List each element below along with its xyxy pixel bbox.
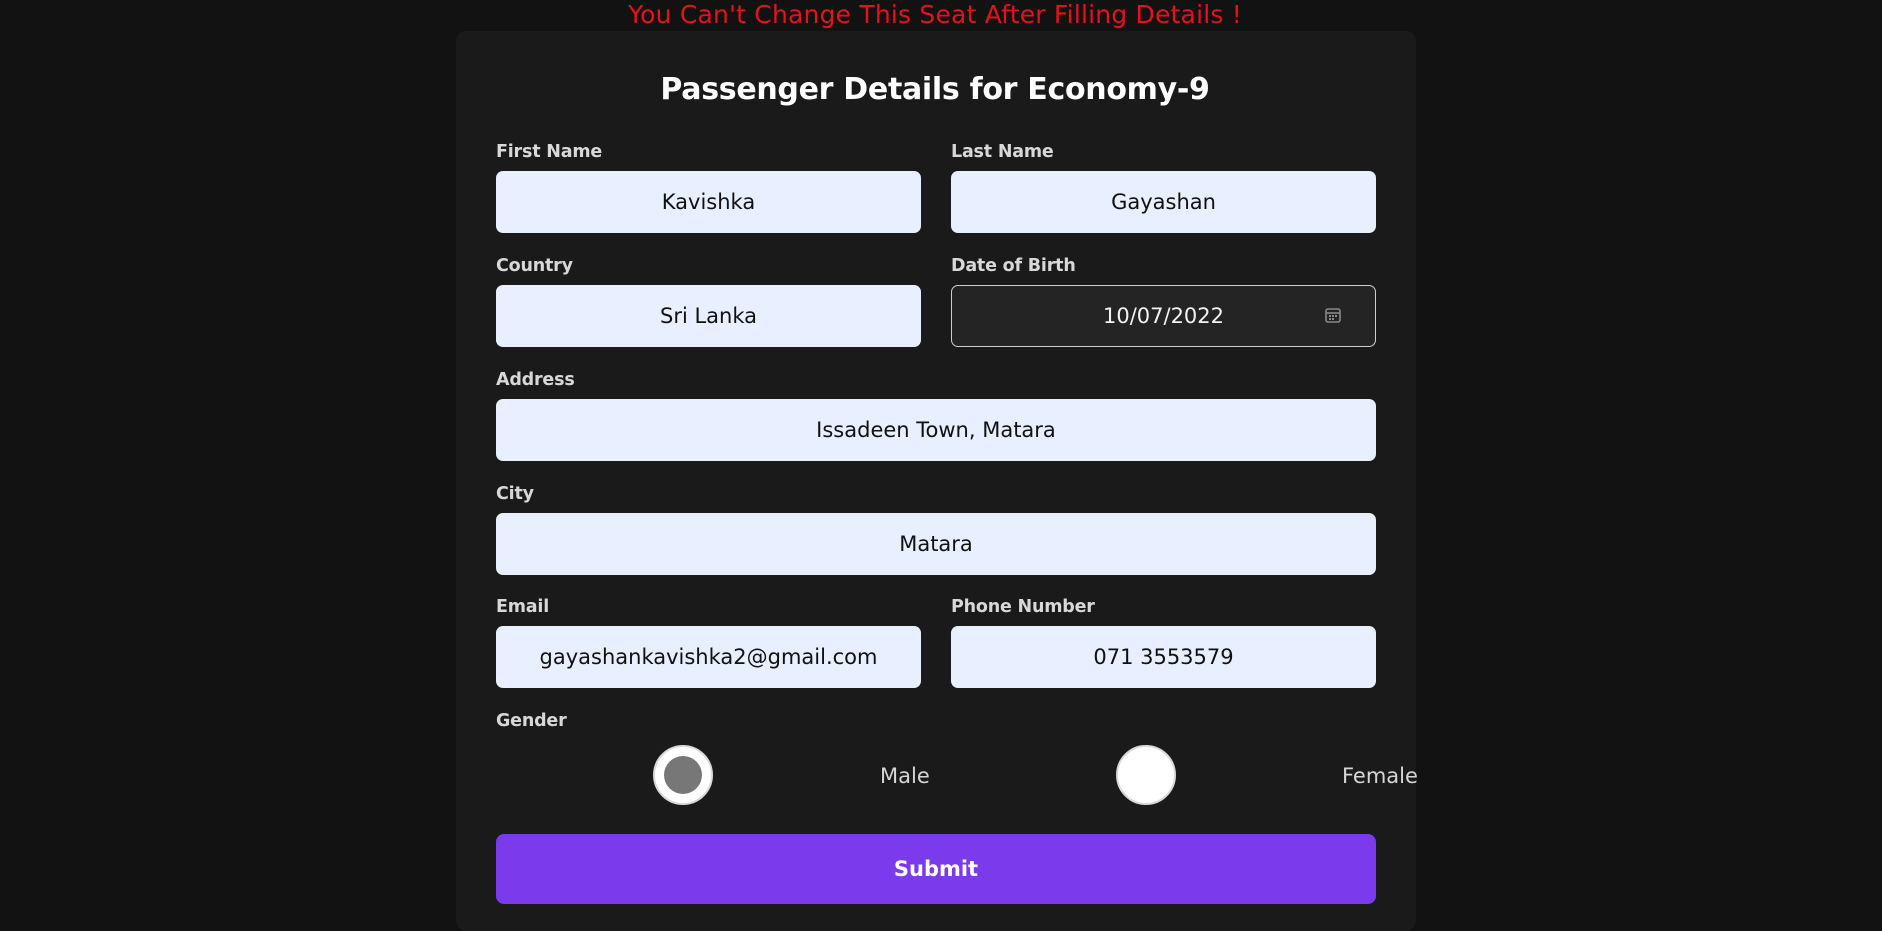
address-input[interactable]: Issadeen Town, Matara — [496, 399, 1376, 461]
passenger-details-card — [456, 31, 1416, 931]
seat-warning-message: You Can't Change This Seat After Filling… — [628, 0, 1242, 29]
address-label: Address — [496, 370, 575, 390]
form-title: Passenger Details for Economy-9 — [660, 72, 1210, 107]
first-name-label: First Name — [496, 142, 603, 162]
city-label: City — [496, 484, 534, 504]
gender-male-label[interactable]: Male — [880, 761, 930, 791]
gender-female-radio[interactable] — [1116, 745, 1176, 805]
email-label: Email — [496, 597, 549, 617]
submit-button[interactable]: Submit — [496, 834, 1376, 904]
country-input[interactable]: Sri Lanka — [496, 285, 921, 347]
gender-female-label[interactable]: Female — [1342, 761, 1418, 791]
date-of-birth-label: Date of Birth — [951, 256, 1076, 276]
date-of-birth-input[interactable]: 10/07/2022 — [951, 285, 1376, 347]
last-name-input[interactable]: Gayashan — [951, 171, 1376, 233]
gender-male-radio[interactable] — [653, 745, 713, 805]
phone-number-input[interactable]: 071 3553579 — [951, 626, 1376, 688]
date-of-birth-value: 10/07/2022 — [1102, 304, 1225, 328]
calendar-icon[interactable] — [1324, 306, 1342, 324]
country-label: Country — [496, 256, 573, 276]
last-name-label: Last Name — [951, 142, 1054, 162]
phone-number-label: Phone Number — [951, 597, 1095, 617]
city-input[interactable]: Matara — [496, 513, 1376, 575]
first-name-input[interactable]: Kavishka — [496, 171, 921, 233]
gender-label: Gender — [496, 711, 567, 731]
email-input[interactable]: gayashankavishka2@gmail.com — [496, 626, 921, 688]
